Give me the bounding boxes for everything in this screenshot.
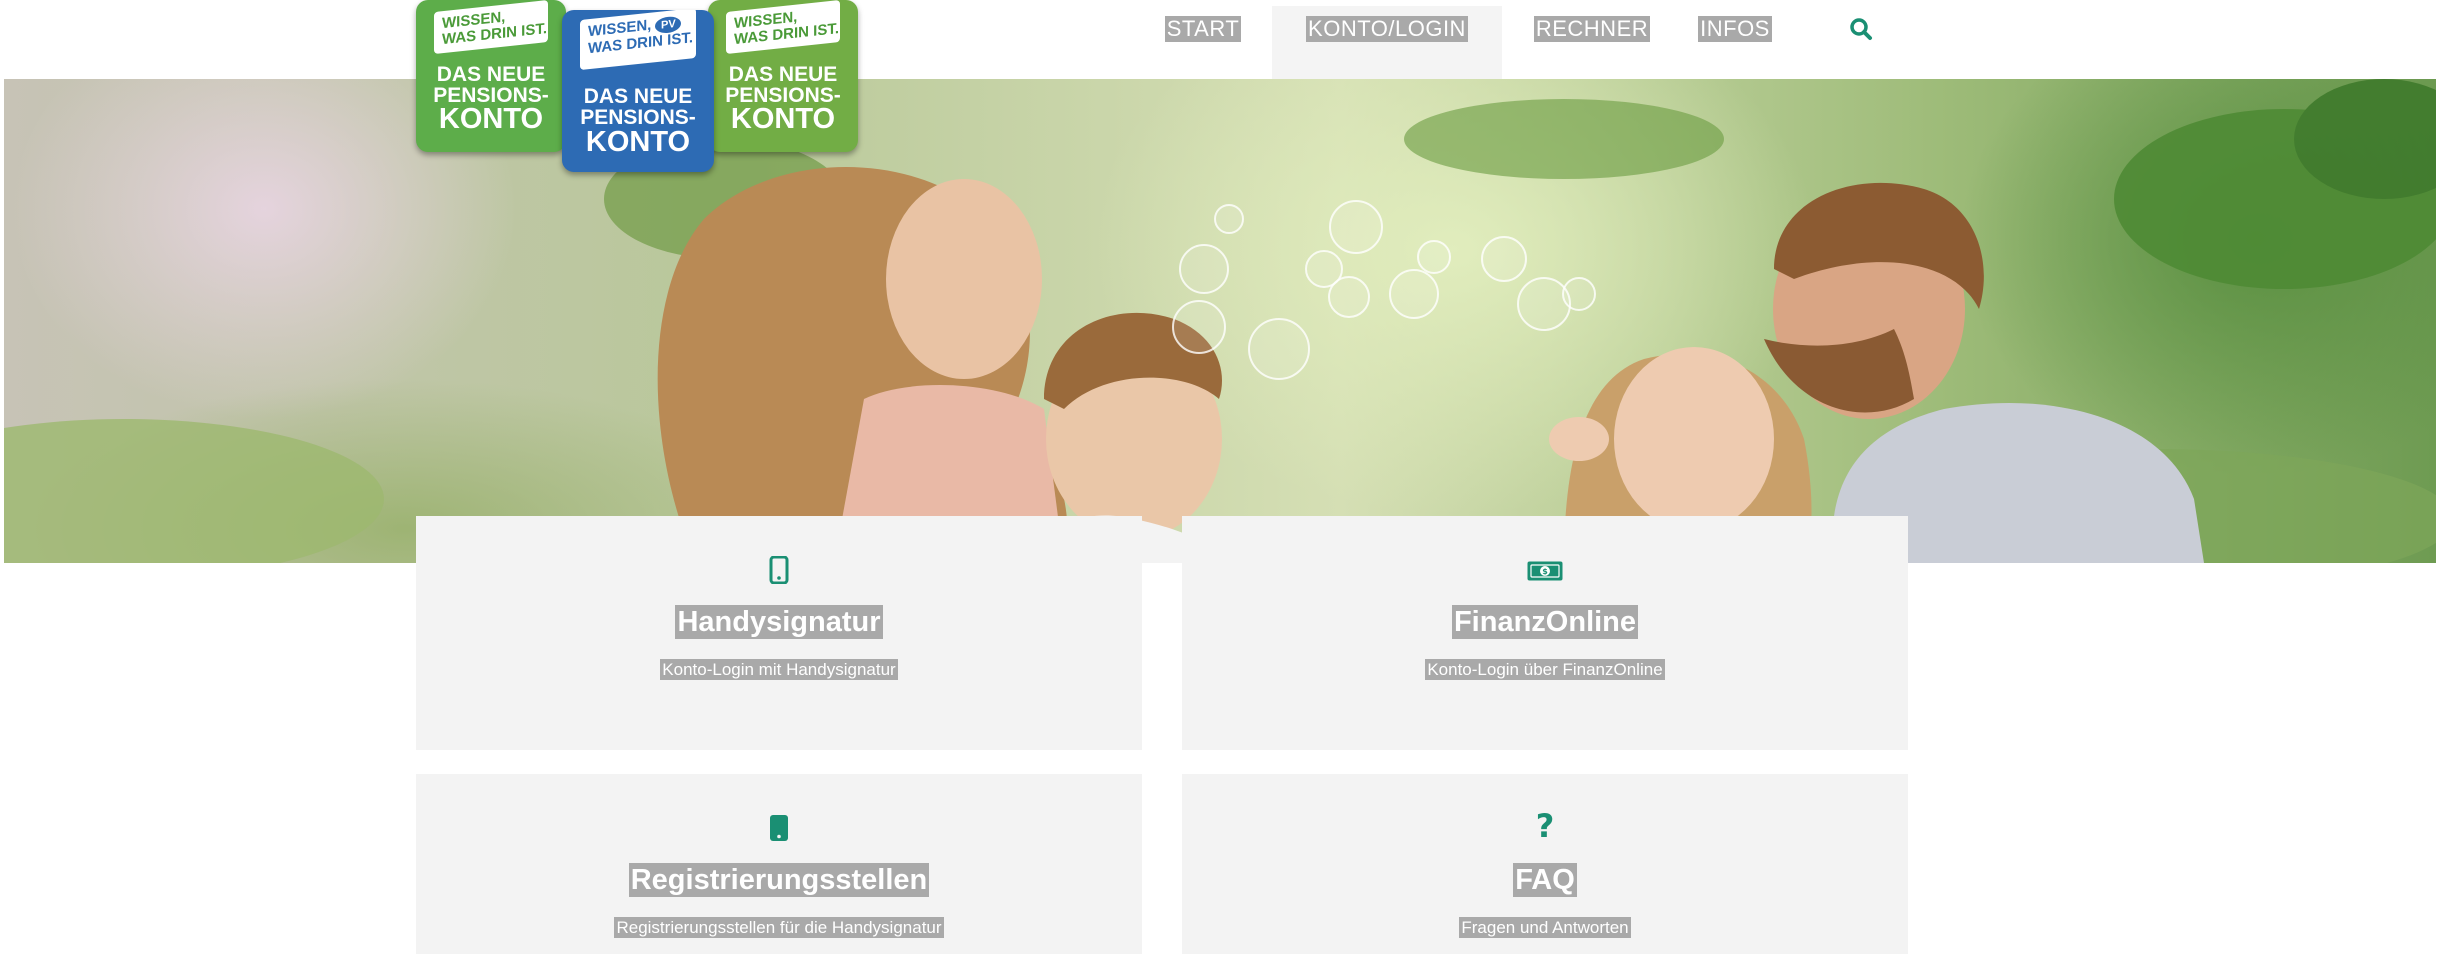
logo-tile-right: WISSEN, WAS DRIN IST. DAS NEUE PENSIONS-… bbox=[708, 0, 858, 152]
logo-slogan-flag: WISSEN, WAS DRIN IST. bbox=[434, 0, 548, 54]
tablet-icon bbox=[416, 814, 1142, 842]
logo-line1: DAS NEUE bbox=[583, 85, 693, 108]
card-title: Handysignatur bbox=[675, 605, 883, 639]
money-bill-icon: $ bbox=[1182, 560, 1908, 582]
logo-slogan-flag: WISSEN, PV WAS DRIN IST. bbox=[580, 10, 696, 71]
logo-line3: KONTO bbox=[585, 126, 691, 158]
pensionskonto-logo[interactable]: WISSEN, WAS DRIN IST. DAS NEUE PENSIONS-… bbox=[416, 0, 864, 176]
soap-bubbles bbox=[1172, 200, 1596, 380]
site-header: START KONTO/LOGIN RECHNER INFOS bbox=[0, 0, 2440, 79]
nav-item-label: INFOS bbox=[1698, 16, 1772, 42]
card-faq[interactable]: ? FAQ Fragen und Antworten bbox=[1182, 774, 1908, 954]
question-mark-icon: ? bbox=[1182, 810, 1908, 842]
hero-image bbox=[4, 79, 2436, 563]
logo-line1: DAS NEUE bbox=[728, 63, 838, 86]
card-description: Fragen und Antworten bbox=[1459, 917, 1631, 938]
hero-photo-illustration bbox=[4, 79, 2436, 563]
card-handysignatur[interactable]: Handysignatur Konto-Login mit Handysigna… bbox=[416, 516, 1142, 750]
card-title: FAQ bbox=[1513, 863, 1577, 897]
svg-text:?: ? bbox=[1536, 810, 1555, 842]
nav-item-start[interactable]: START bbox=[1158, 6, 1248, 79]
nav-item-konto-login[interactable]: KONTO/LOGIN bbox=[1272, 6, 1502, 79]
logo-line2: PENSIONS- bbox=[580, 106, 696, 129]
card-description: Registrierungsstellen für die Handysigna… bbox=[614, 917, 944, 938]
card-finanzonline[interactable]: $ FinanzOnline Konto-Login über FinanzOn… bbox=[1182, 516, 1908, 750]
nav-item-label: KONTO/LOGIN bbox=[1306, 16, 1468, 42]
svg-text:$: $ bbox=[1542, 567, 1548, 576]
card-registrierungsstellen[interactable]: Registrierungsstellen Registrierungsstel… bbox=[416, 774, 1142, 954]
mobile-phone-icon bbox=[416, 556, 1142, 584]
logo-line3: KONTO bbox=[730, 103, 836, 135]
logo-slogan-flag: WISSEN, WAS DRIN IST. bbox=[726, 0, 840, 54]
logo-line3: KONTO bbox=[438, 103, 544, 135]
card-title: Registrierungsstellen bbox=[628, 863, 930, 897]
logo-tile-center: WISSEN, PV WAS DRIN IST. DAS NEUE PENSION… bbox=[562, 10, 714, 172]
logo-tile-left: WISSEN, WAS DRIN IST. DAS NEUE PENSIONS-… bbox=[416, 0, 566, 152]
nav-item-infos[interactable]: INFOS bbox=[1680, 6, 1790, 79]
search-icon[interactable] bbox=[1848, 16, 1874, 42]
card-description: Konto-Login über FinanzOnline bbox=[1425, 659, 1665, 680]
logo-line1: DAS NEUE bbox=[436, 63, 546, 86]
woman-figure bbox=[657, 167, 1068, 563]
nav-item-label: RECHNER bbox=[1533, 16, 1651, 42]
nav-item-label: START bbox=[1164, 16, 1242, 42]
card-title: FinanzOnline bbox=[1451, 605, 1639, 639]
card-description: Konto-Login mit Handysignatur bbox=[660, 659, 898, 680]
nav-item-rechner[interactable]: RECHNER bbox=[1522, 6, 1662, 79]
